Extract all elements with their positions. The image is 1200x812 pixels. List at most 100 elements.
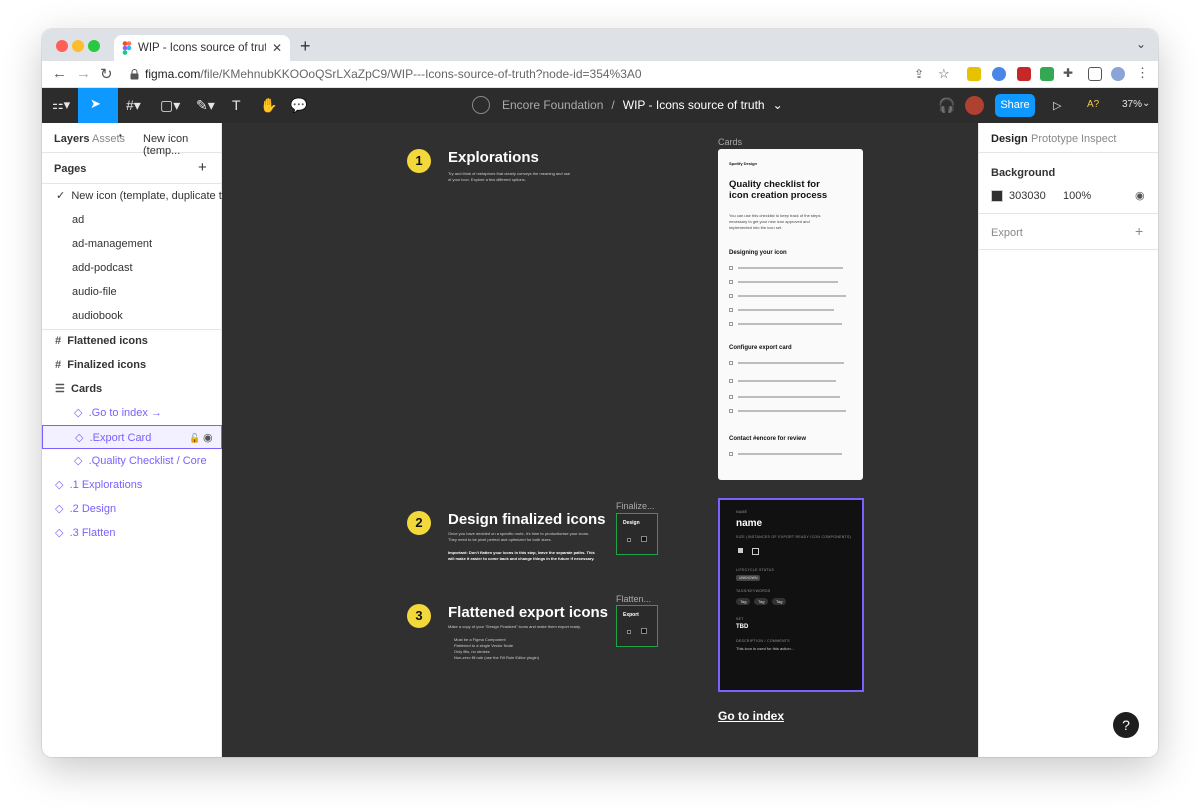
checkbox[interactable] [729,294,733,298]
layer-item[interactable]: ◇ .2 Design [42,497,222,521]
frame-tool-icon[interactable]: #▾ [126,97,141,114]
bg-opacity-input[interactable]: 100% [1063,190,1091,202]
layer-item[interactable]: ☰ Cards [42,377,222,401]
frame-icon: # [55,335,62,347]
eye-icon[interactable]: ◉ [1135,189,1145,202]
reload-button[interactable]: ↻ [100,65,113,83]
left-panel-tabs: Layers Assets • New icon (temp... [42,123,221,157]
profile-avatar[interactable] [1111,67,1125,81]
tab-close-icon[interactable]: ✕ [272,41,290,55]
checkbox[interactable] [729,395,733,399]
lock-icon[interactable]: 🔓 [189,426,200,448]
tab-layers[interactable]: Layers [54,133,89,145]
url-field[interactable]: figma.com/file/KMehnubKKOOoQSrLXaZpC9/WI… [124,62,904,86]
minimize-window-button[interactable] [72,40,84,52]
checkbox[interactable] [729,308,733,312]
kebab-menu-icon[interactable]: ⋮ [1136,65,1149,81]
tab-strip: WIP - Icons source of truth – F ✕ + ⌄ [42,29,1158,61]
layer-item[interactable]: ◇ .1 Explorations [42,473,222,497]
text-tool-icon[interactable]: T [232,97,241,113]
breadcrumb-team[interactable]: Encore Foundation [502,98,603,112]
file-name[interactable]: WIP - Icons source of truth [623,98,765,112]
go-to-index-link[interactable]: Go to index [718,709,784,723]
flattened-icons-frame[interactable]: Export [616,605,658,647]
extension-icon[interactable] [1017,67,1031,81]
checkbox[interactable] [729,379,733,383]
finalized-icons-frame[interactable]: Design [616,513,658,555]
layer-item[interactable]: ◇ .Go to index → [42,401,222,425]
checkbox[interactable] [729,452,733,456]
section-body: Try and think of metaphors that clearly … [448,171,571,182]
checkbox[interactable] [729,266,733,270]
puzzle-icon[interactable]: ✚ [1063,66,1073,80]
hand-tool-icon[interactable]: ✋ [260,97,277,114]
zoom-window-button[interactable] [88,40,100,52]
tab-search-chevron-icon[interactable]: ⌄ [1136,37,1146,51]
checkbox[interactable] [729,361,733,365]
present-play-icon[interactable]: ▷ [1053,99,1061,112]
checkbox[interactable] [729,322,733,326]
color-swatch[interactable] [991,190,1003,202]
headphones-icon[interactable]: 🎧 [938,97,955,114]
checklist-title: Quality checklist for icon creation proc… [729,179,828,201]
frame-label[interactable]: Flatten... [616,594,651,604]
close-window-button[interactable] [56,40,68,52]
set-value: TBD [736,624,749,630]
mini-frame-title: Design [623,520,640,526]
layer-item[interactable]: # Flattened icons [42,329,222,353]
tab-current-page[interactable]: New icon (temp... [143,133,221,157]
add-page-icon[interactable]: + [198,159,207,176]
chevron-down-icon[interactable]: ⌄ [773,98,783,112]
page-item[interactable]: ✓ New icon (template, duplicate t... [42,184,222,208]
checklist-heading: Configure export card [729,345,792,351]
comment-tool-icon[interactable]: 💬 [290,97,307,114]
back-button[interactable]: ← [52,65,67,82]
forward-button[interactable]: → [76,65,91,82]
shape-tool-icon[interactable]: ▢▾ [160,97,180,114]
extension-icon[interactable] [992,67,1006,81]
tab-design[interactable]: Design [991,133,1028,145]
page-item[interactable]: audiobook [42,304,222,328]
share-page-icon[interactable]: ⇪ [914,67,924,81]
page-item[interactable]: add-podcast [42,256,222,280]
sidepanel-icon[interactable] [1088,67,1102,81]
extension-icon[interactable] [967,67,981,81]
divider [979,249,1158,250]
layer-item[interactable]: # Finalized icons [42,353,222,377]
main-menu-icon[interactable]: ⚏▾ [52,97,70,113]
checklist-line [738,295,846,297]
page-item[interactable]: audio-file [42,280,222,304]
add-export-icon[interactable]: + [1135,223,1143,239]
page-item[interactable]: ad [42,208,222,232]
layer-label: Flattened icons [67,335,148,347]
layer-item[interactable]: ◇ .Quality Checklist / Core [42,449,222,473]
status-badge: UNKNOWN [736,575,761,581]
canvas[interactable]: 1 Explorations Try and think of metaphor… [222,123,978,757]
checkbox[interactable] [729,409,733,413]
tab-inspect[interactable]: Inspect [1081,133,1116,145]
drive-icon[interactable] [1040,67,1054,81]
chevron-down-icon[interactable]: ⌄ [1142,98,1150,109]
section-note: Important: Don't flatten your icons in t… [448,550,595,561]
eye-icon[interactable]: ◉ [203,426,213,448]
layer-item[interactable]: ◇ .3 Flatten [42,521,222,545]
share-button[interactable]: Share [995,94,1035,117]
layer-item-selected[interactable]: ◇ .Export Card 🔓 ◉ [42,425,222,449]
page-item[interactable]: ad-management [42,232,222,256]
frame-label[interactable]: Cards [718,137,742,147]
zoom-level[interactable]: 37% [1122,99,1142,110]
export-card[interactable]: NAME name SIZE (INSTANCES OF EXPORT READ… [718,498,864,692]
move-tool-button[interactable]: ➤ [78,88,118,123]
bg-hex-input[interactable]: 303030 [1009,190,1046,202]
help-button[interactable]: ? [1113,712,1139,738]
missing-fonts-button[interactable]: A? [1087,99,1099,110]
checkbox[interactable] [729,280,733,284]
avatar[interactable] [965,96,984,115]
quality-checklist-card[interactable]: Spotify Design Quality checklist for ico… [718,149,863,480]
frame-label[interactable]: Finalize... [616,501,655,511]
pen-tool-icon[interactable]: ✎▾ [196,97,215,114]
new-tab-button[interactable]: + [300,36,311,57]
browser-tab[interactable]: WIP - Icons source of truth – F ✕ [114,35,290,61]
tab-prototype[interactable]: Prototype [1031,133,1078,145]
bookmark-star-icon[interactable]: ☆ [938,66,950,82]
